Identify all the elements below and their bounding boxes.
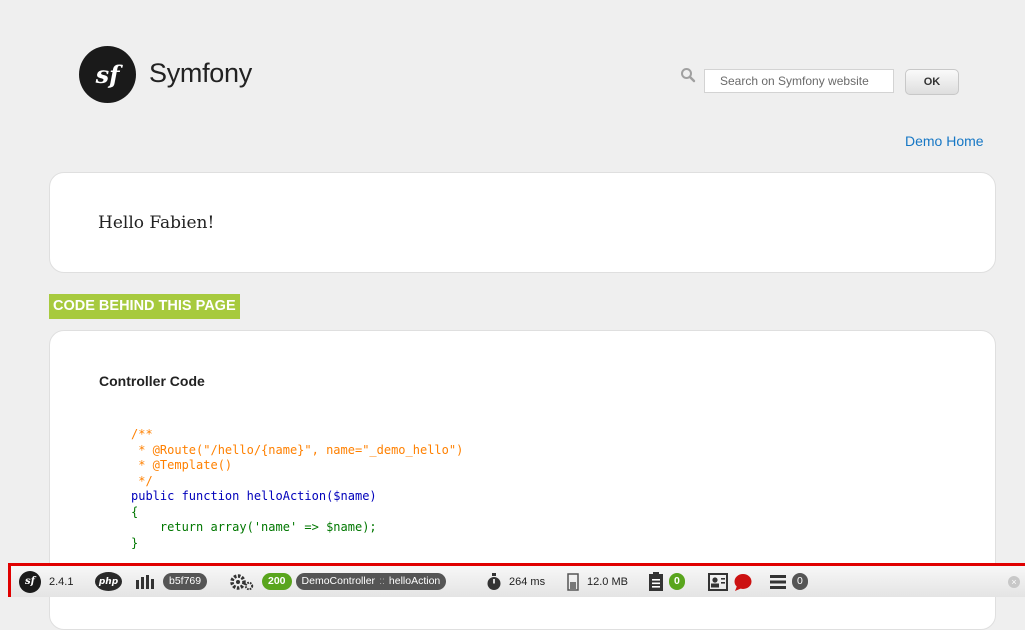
- controller-code-title: Controller Code: [99, 373, 205, 389]
- code-line: }: [131, 535, 139, 550]
- greeting-card: Hello Fabien!: [49, 172, 996, 273]
- memory-icon: [567, 572, 579, 591]
- code-behind-banner: CODE BEHIND THIS PAGE: [49, 294, 240, 319]
- symfony-version: 2.4.1: [49, 575, 74, 588]
- controller-separator: ::: [379, 575, 385, 587]
- close-icon: ×: [1008, 575, 1020, 588]
- toolbar-close[interactable]: ×: [1008, 566, 1020, 597]
- toolbar-request[interactable]: 200 DemoController:: helloAction: [262, 566, 447, 597]
- code-line: {: [131, 504, 139, 519]
- toolbar-profiler-token[interactable]: b5f769: [135, 566, 208, 597]
- speech-bubble-icon: [734, 573, 752, 591]
- db-queries-count: 0: [792, 573, 808, 590]
- toolbar-database[interactable]: 0: [769, 566, 808, 597]
- code-line: /**: [131, 427, 153, 441]
- code-line: public function helloAction($name): [131, 489, 377, 503]
- symfony-mini-icon: sf: [19, 570, 41, 593]
- brand-name[interactable]: Symfony: [149, 58, 252, 89]
- profiler-token: b5f769: [163, 573, 208, 590]
- toolbar-memory[interactable]: 12.0 MB: [567, 566, 628, 597]
- logs-icon: [649, 571, 663, 591]
- controller-name: DemoController: [301, 575, 376, 587]
- toolbar-timer[interactable]: 264 ms: [486, 566, 545, 597]
- php-icon: php: [95, 572, 122, 591]
- code-line: */: [131, 473, 153, 488]
- logo-glyph: sf: [95, 60, 120, 89]
- request-time: 264 ms: [509, 575, 546, 588]
- toolbar-logs[interactable]: 0: [648, 566, 685, 597]
- search-icon: [681, 68, 696, 83]
- memory-usage: 12.0 MB: [587, 575, 628, 588]
- gears-icon: [230, 573, 254, 590]
- controller-badge: DemoController:: helloAction: [295, 573, 447, 590]
- symfony-logo[interactable]: sf: [79, 46, 136, 103]
- user-card-icon: [708, 572, 728, 591]
- search-input[interactable]: [704, 69, 894, 93]
- toolbar-config[interactable]: [229, 566, 255, 597]
- toolbar-php-info[interactable]: php: [95, 566, 122, 597]
- database-icon: [770, 574, 786, 589]
- code-line: * @Route("/hello/{name}", name="_demo_he…: [131, 442, 464, 457]
- toolbar-symfony-version[interactable]: sf 2.4.1: [19, 566, 73, 597]
- action-name: helloAction: [388, 575, 441, 587]
- toolbar-security[interactable]: [708, 566, 753, 597]
- code-line: return array('name' => $name);: [131, 520, 377, 534]
- code-line: * @Template(): [131, 458, 233, 472]
- logs-count: 0: [669, 573, 685, 590]
- stopwatch-icon: [487, 572, 501, 590]
- code-block: /** * @Route("/hello/{name}", name="_dem…: [131, 427, 463, 551]
- web-debug-toolbar: sf 2.4.1 php b5f769 200 DemoController::…: [8, 563, 1025, 597]
- search-ok-button[interactable]: OK: [905, 69, 959, 95]
- status-code-badge: 200: [262, 573, 292, 590]
- profiler-icon: [136, 574, 154, 589]
- demo-home-link[interactable]: Demo Home: [905, 133, 984, 149]
- greeting-text: Hello Fabien!: [98, 213, 215, 233]
